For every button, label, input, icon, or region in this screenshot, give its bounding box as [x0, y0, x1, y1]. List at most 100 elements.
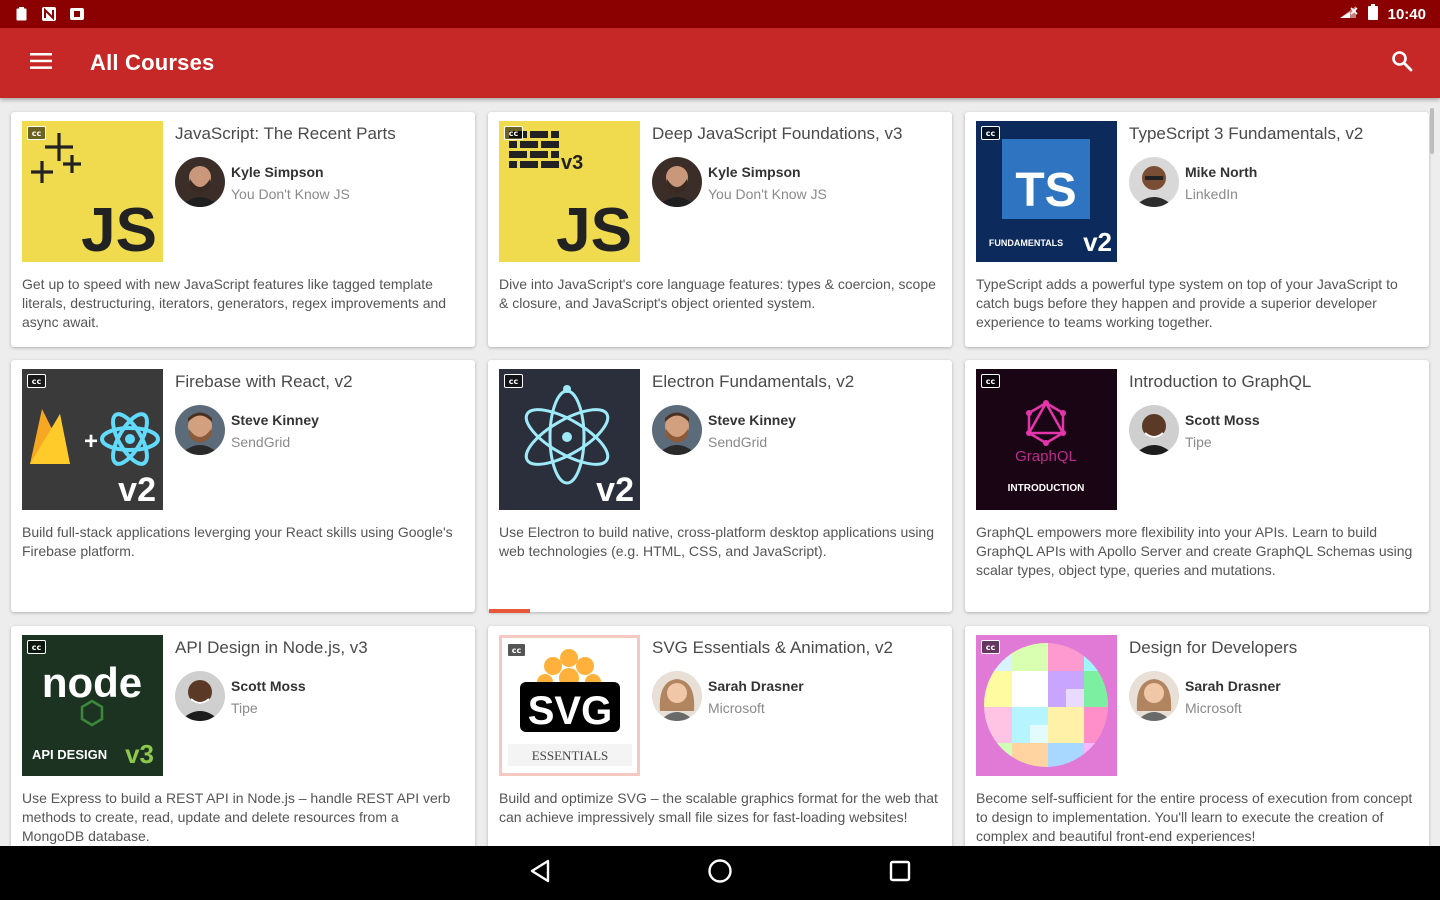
course-card[interactable]: cc node API DESIGN v3 API Design in Node… [11, 626, 475, 846]
instructor-company: Microsoft [1185, 700, 1242, 716]
firebase-react-logo-icon: + v2 [30, 409, 160, 509]
version-badge: v2 [118, 471, 156, 509]
cc-badge: cc [27, 126, 46, 140]
status-time: 10:40 [1387, 5, 1426, 23]
course-description: GraphQL empowers more flexibility into y… [976, 524, 1413, 578]
course-grid: cc JS JavaScript: The Recent Parts Kyle … [0, 98, 1440, 846]
signal-icon [1338, 4, 1358, 24]
svg-text:JS: JS [556, 196, 632, 262]
course-description: TypeScript adds a powerful type system o… [976, 276, 1398, 330]
avatar [1129, 405, 1179, 455]
loading-progress-indicator [489, 609, 530, 613]
instructor-company: Tipe [231, 700, 258, 716]
course-description: Use Electron to build native, cross-plat… [499, 524, 934, 559]
course-thumbnail: cc TS FUNDAMENTALS v2 [976, 121, 1117, 262]
status-bar: 10:40 [0, 0, 1440, 28]
instructor-name: Mike North [1185, 164, 1258, 180]
course-card[interactable]: cc v3 JS Deep JavaScript Foundations, v3… [488, 112, 952, 347]
cc-badge: cc [27, 374, 46, 388]
course-description: Use Express to build a REST API in Node.… [22, 790, 451, 844]
instructor-company: You Don't Know JS [708, 186, 827, 202]
course-title: API Design in Node.js, v3 [175, 638, 368, 657]
clipboard-icon [14, 7, 28, 21]
course-card[interactable]: cc TS FUNDAMENTALS v2 TypeScript 3 Funda… [965, 112, 1429, 347]
back-triangle-icon [529, 859, 551, 888]
instructor-name: Scott Moss [231, 678, 306, 694]
course-description: Dive into JavaScript's core language fea… [499, 276, 936, 311]
version-badge: v3 [125, 739, 154, 769]
course-description: Build full-stack applications leverging … [22, 524, 453, 559]
avatar [652, 405, 702, 455]
instructor-company: You Don't Know JS [231, 186, 350, 202]
home-circle-icon [707, 858, 733, 889]
scrollbar[interactable] [1430, 108, 1434, 154]
version-badge: v2 [1083, 227, 1112, 257]
version-badge: v2 [596, 471, 634, 509]
course-title: Electron Fundamentals, v2 [652, 372, 855, 391]
n-notification-icon [42, 7, 56, 21]
course-card[interactable]: cc GraphQL INTRODUCTION Introduction to … [965, 360, 1429, 612]
course-title: Design for Developers [1129, 638, 1298, 657]
instructor-name: Kyle Simpson [231, 164, 324, 180]
thumb-caption: API DESIGN [32, 747, 107, 762]
cc-badge: cc [981, 126, 1000, 140]
instructor-company: Microsoft [708, 700, 765, 716]
search-icon [1391, 50, 1413, 77]
cc-badge: cc [504, 126, 523, 140]
thumb-logo-text: SVG [528, 689, 612, 733]
design-pixel-art-icon [976, 635, 1117, 776]
course-title: Firebase with React, v2 [175, 372, 353, 391]
cc-badge: cc [981, 640, 1000, 654]
menu-button[interactable] [11, 33, 71, 93]
recents-button[interactable] [870, 848, 930, 898]
thumb-caption: ESSENTIALS [532, 748, 609, 763]
svg-text:+: + [84, 428, 98, 455]
search-button[interactable] [1376, 37, 1428, 89]
back-button[interactable] [510, 848, 570, 898]
home-button[interactable] [690, 848, 750, 898]
status-system: 10:40 [1338, 4, 1426, 24]
cc-badge: cc [504, 374, 523, 388]
instructor-name: Scott Moss [1185, 412, 1260, 428]
course-card[interactable]: cc JS JavaScript: The Recent Parts Kyle … [11, 112, 475, 347]
page-title: All Courses [90, 50, 215, 75]
status-notifications [14, 7, 84, 21]
avatar [175, 157, 225, 207]
course-description: Build and optimize SVG – the scalable gr… [499, 790, 938, 825]
avatar [175, 405, 225, 455]
course-thumbnail: cc JS [22, 121, 163, 262]
instructor-company: SendGrid [708, 434, 768, 450]
course-thumbnail: cc SVG ESSENTIALS [499, 635, 640, 776]
battery-icon [1367, 4, 1378, 24]
course-title: Introduction to GraphQL [1129, 372, 1312, 391]
version-badge: v3 [561, 152, 583, 174]
thumb-logo-text: node [42, 659, 142, 706]
electron-logo-icon: v2 [524, 385, 634, 509]
course-card[interactable]: cc v2 Electron Fundamentals, v2 Steve Ki… [488, 360, 952, 612]
course-card[interactable]: cc + v2 Firebase with React, v2 Steve Ki… [11, 360, 475, 612]
media-icon [70, 7, 84, 21]
avatar [652, 671, 702, 721]
cc-badge: cc [981, 374, 1000, 388]
instructor-name: Steve Kinney [231, 412, 319, 428]
svg-text:TS: TS [1015, 164, 1076, 217]
hamburger-menu-icon [30, 52, 52, 75]
recents-square-icon [889, 860, 911, 887]
course-card[interactable]: cc SVG ESSENTIALS SVG Essentials & Anima… [488, 626, 952, 846]
avatar [652, 157, 702, 207]
svg-text:JS: JS [81, 196, 157, 262]
js-logo-icon: JS [31, 133, 157, 262]
cc-badge: cc [507, 643, 526, 657]
course-title: JavaScript: The Recent Parts [175, 124, 396, 143]
graphql-logo-icon: GraphQL INTRODUCTION [1008, 400, 1084, 494]
js-brick-logo-icon: v3 JS [509, 131, 632, 262]
course-card[interactable]: cc Design for Developers Sarah Drasner M… [965, 626, 1429, 846]
course-thumbnail: cc [976, 635, 1117, 776]
instructor-name: Sarah Drasner [1185, 678, 1281, 694]
typescript-logo-icon: TS FUNDAMENTALS v2 [989, 139, 1112, 257]
avatar [1129, 157, 1179, 207]
course-thumbnail: cc v2 [499, 369, 640, 510]
instructor-company: Tipe [1185, 434, 1212, 450]
svg-logo-icon: SVG ESSENTIALS [508, 649, 632, 766]
thumb-caption: FUNDAMENTALS [989, 238, 1063, 248]
